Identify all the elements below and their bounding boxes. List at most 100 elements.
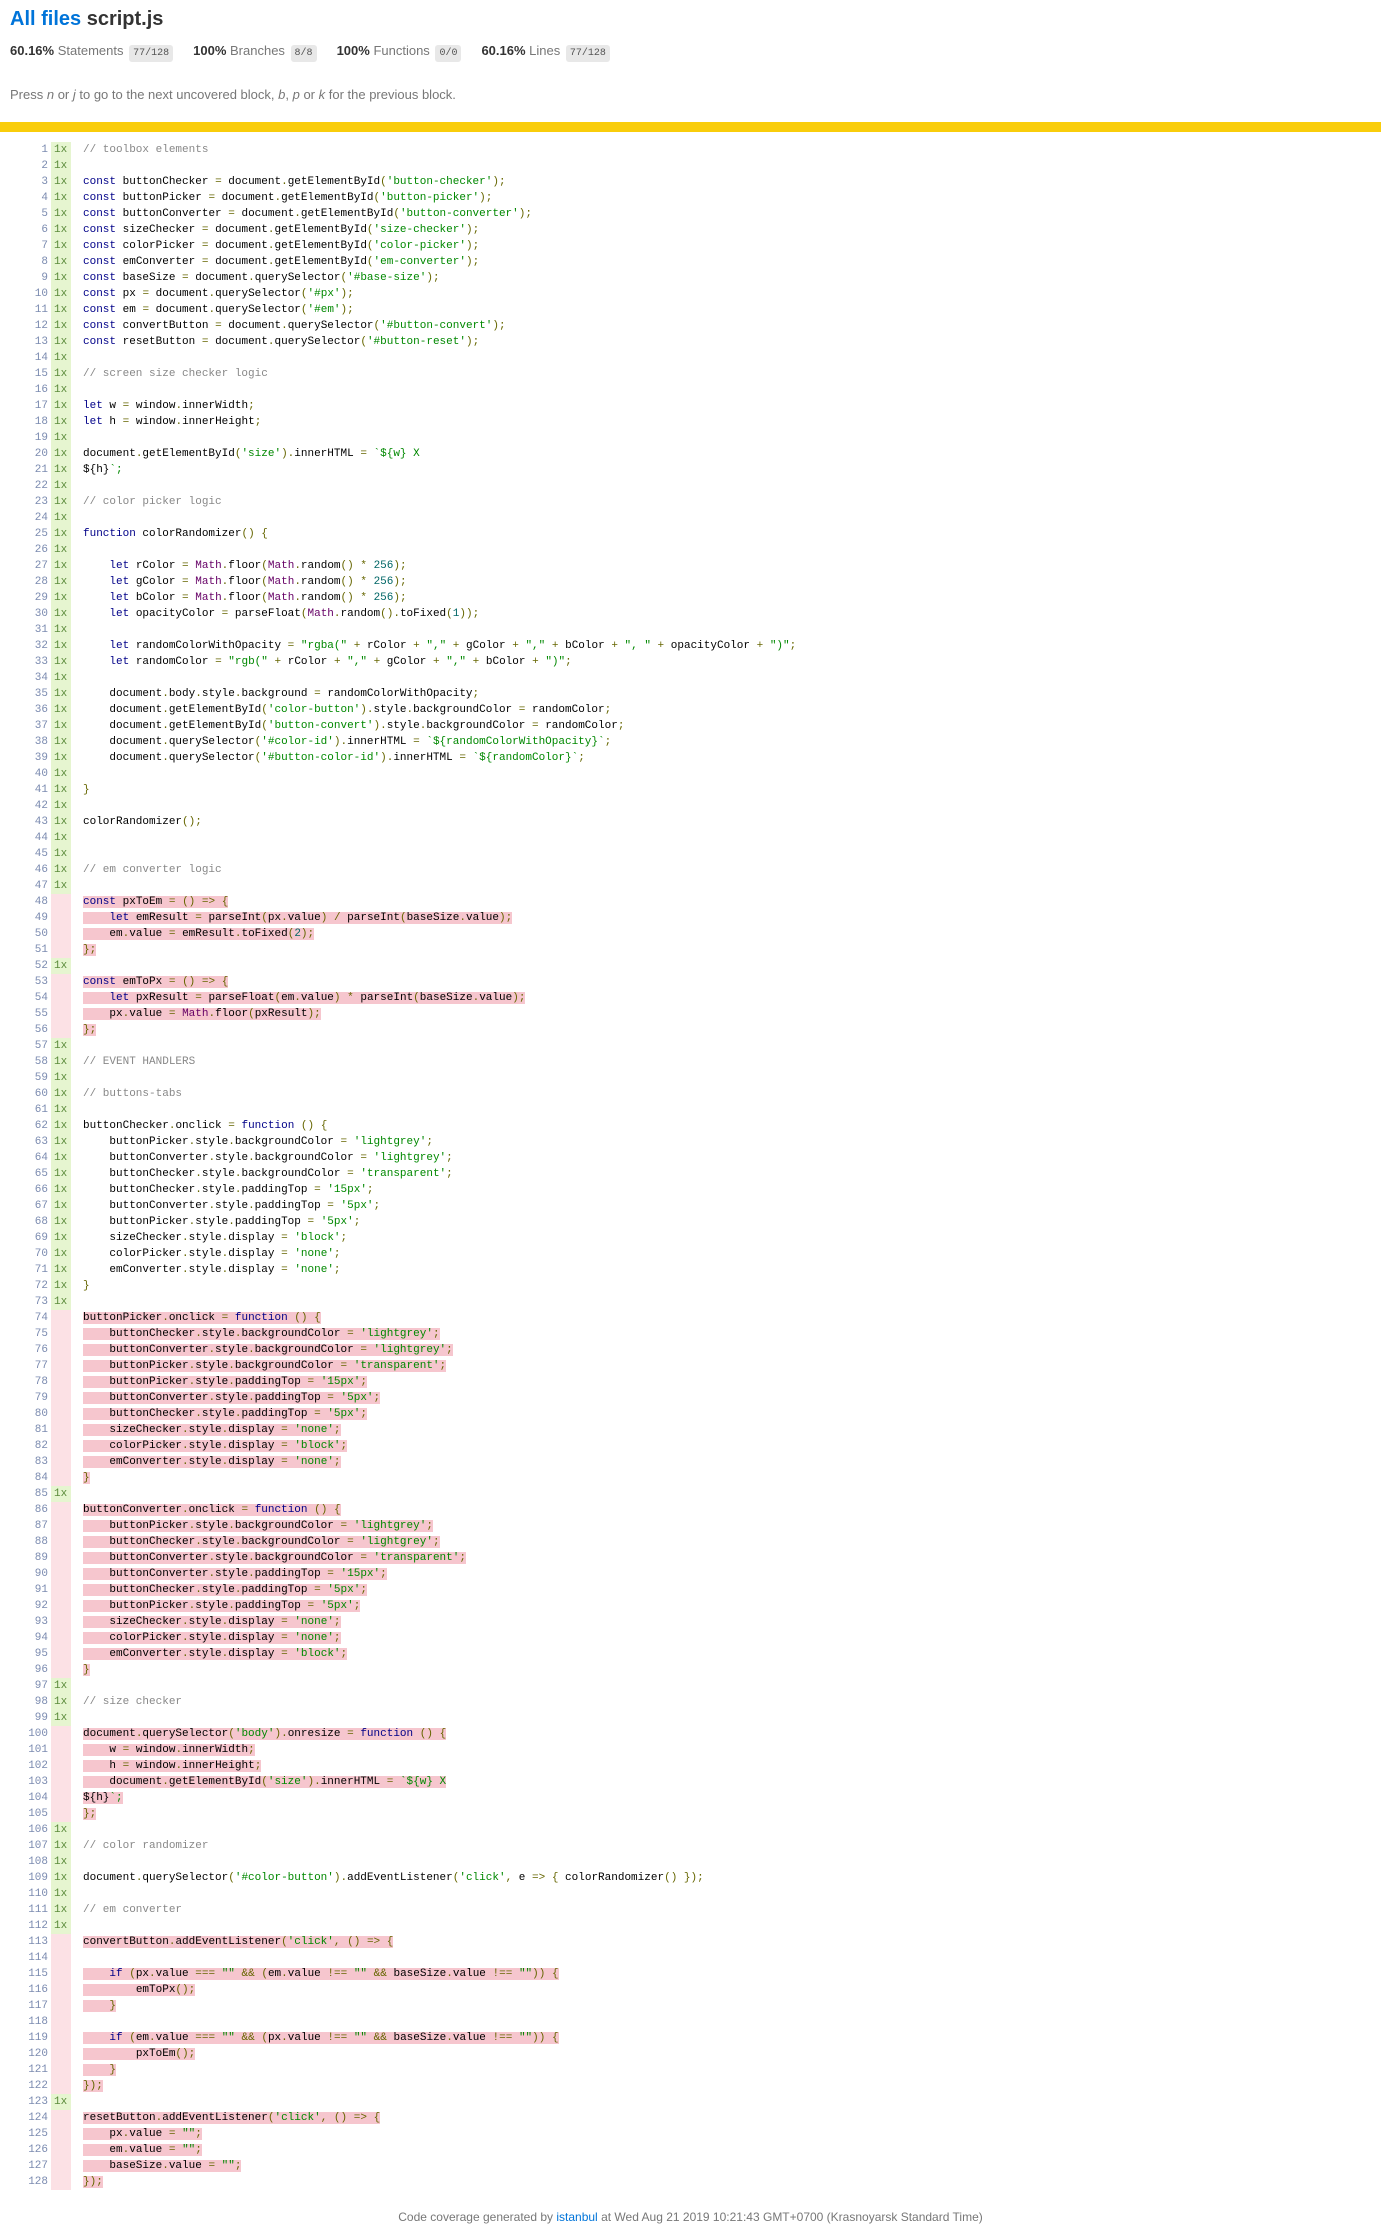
line-number[interactable]: 12: [20, 318, 48, 334]
line-number[interactable]: 11: [20, 302, 48, 318]
line-number[interactable]: 59: [20, 1070, 48, 1086]
line-number[interactable]: 5: [20, 206, 48, 222]
line-number[interactable]: 26: [20, 542, 48, 558]
line-number[interactable]: 63: [20, 1134, 48, 1150]
line-number[interactable]: 51: [20, 942, 48, 958]
line-number[interactable]: 47: [20, 878, 48, 894]
line-number[interactable]: 72: [20, 1278, 48, 1294]
line-number[interactable]: 95: [20, 1646, 48, 1662]
line-number[interactable]: 17: [20, 398, 48, 414]
line-number[interactable]: 30: [20, 606, 48, 622]
line-number[interactable]: 55: [20, 1006, 48, 1022]
line-number[interactable]: 92: [20, 1598, 48, 1614]
line-number[interactable]: 73: [20, 1294, 48, 1310]
line-number[interactable]: 82: [20, 1438, 48, 1454]
line-number[interactable]: 32: [20, 638, 48, 654]
line-number[interactable]: 20: [20, 446, 48, 462]
line-number[interactable]: 111: [20, 1902, 48, 1918]
line-number[interactable]: 89: [20, 1550, 48, 1566]
line-number[interactable]: 77: [20, 1358, 48, 1374]
line-number[interactable]: 99: [20, 1710, 48, 1726]
line-number[interactable]: 100: [20, 1726, 48, 1742]
line-number[interactable]: 94: [20, 1630, 48, 1646]
line-number[interactable]: 107: [20, 1838, 48, 1854]
line-number[interactable]: 13: [20, 334, 48, 350]
line-number[interactable]: 22: [20, 478, 48, 494]
line-number[interactable]: 103: [20, 1774, 48, 1790]
line-number[interactable]: 40: [20, 766, 48, 782]
line-number[interactable]: 84: [20, 1470, 48, 1486]
line-number[interactable]: 29: [20, 590, 48, 606]
line-number[interactable]: 88: [20, 1534, 48, 1550]
line-number[interactable]: 16: [20, 382, 48, 398]
line-number[interactable]: 97: [20, 1678, 48, 1694]
line-number[interactable]: 70: [20, 1246, 48, 1262]
line-number[interactable]: 33: [20, 654, 48, 670]
line-number[interactable]: 81: [20, 1422, 48, 1438]
line-number[interactable]: 39: [20, 750, 48, 766]
line-number[interactable]: 128: [20, 2174, 48, 2190]
line-number[interactable]: 79: [20, 1390, 48, 1406]
line-number[interactable]: 110: [20, 1886, 48, 1902]
line-number[interactable]: 75: [20, 1326, 48, 1342]
line-number[interactable]: 96: [20, 1662, 48, 1678]
line-number[interactable]: 118: [20, 2014, 48, 2030]
line-number[interactable]: 8: [20, 254, 48, 270]
line-number[interactable]: 7: [20, 238, 48, 254]
line-number[interactable]: 49: [20, 910, 48, 926]
line-number[interactable]: 57: [20, 1038, 48, 1054]
line-number[interactable]: 50: [20, 926, 48, 942]
line-number[interactable]: 108: [20, 1854, 48, 1870]
line-number[interactable]: 120: [20, 2046, 48, 2062]
line-number[interactable]: 116: [20, 1982, 48, 1998]
line-number[interactable]: 105: [20, 1806, 48, 1822]
line-number[interactable]: 56: [20, 1022, 48, 1038]
line-number[interactable]: 52: [20, 958, 48, 974]
line-number[interactable]: 6: [20, 222, 48, 238]
line-number[interactable]: 1: [20, 142, 48, 158]
line-number[interactable]: 10: [20, 286, 48, 302]
line-number[interactable]: 114: [20, 1950, 48, 1966]
line-number[interactable]: 25: [20, 526, 48, 542]
line-number[interactable]: 65: [20, 1166, 48, 1182]
line-number[interactable]: 112: [20, 1918, 48, 1934]
line-number[interactable]: 28: [20, 574, 48, 590]
line-number[interactable]: 21: [20, 462, 48, 478]
line-number[interactable]: 31: [20, 622, 48, 638]
line-number[interactable]: 126: [20, 2142, 48, 2158]
line-number[interactable]: 121: [20, 2062, 48, 2078]
line-number[interactable]: 36: [20, 702, 48, 718]
line-number[interactable]: 23: [20, 494, 48, 510]
breadcrumb-all-files-link[interactable]: All files: [10, 8, 81, 30]
line-number[interactable]: 115: [20, 1966, 48, 1982]
line-number[interactable]: 61: [20, 1102, 48, 1118]
line-number[interactable]: 66: [20, 1182, 48, 1198]
line-number[interactable]: 38: [20, 734, 48, 750]
line-number[interactable]: 24: [20, 510, 48, 526]
line-number[interactable]: 68: [20, 1214, 48, 1230]
line-number[interactable]: 86: [20, 1502, 48, 1518]
line-number[interactable]: 102: [20, 1758, 48, 1774]
line-number[interactable]: 101: [20, 1742, 48, 1758]
line-number[interactable]: 83: [20, 1454, 48, 1470]
line-number[interactable]: 106: [20, 1822, 48, 1838]
line-number[interactable]: 15: [20, 366, 48, 382]
line-number[interactable]: 93: [20, 1614, 48, 1630]
line-number[interactable]: 48: [20, 894, 48, 910]
line-number[interactable]: 117: [20, 1998, 48, 2014]
line-number[interactable]: 60: [20, 1086, 48, 1102]
line-number[interactable]: 42: [20, 798, 48, 814]
line-number[interactable]: 27: [20, 558, 48, 574]
line-number[interactable]: 76: [20, 1342, 48, 1358]
line-number[interactable]: 58: [20, 1054, 48, 1070]
line-number[interactable]: 119: [20, 2030, 48, 2046]
line-number[interactable]: 104: [20, 1790, 48, 1806]
line-number[interactable]: 80: [20, 1406, 48, 1422]
line-number[interactable]: 45: [20, 846, 48, 862]
line-number[interactable]: 122: [20, 2078, 48, 2094]
line-number[interactable]: 41: [20, 782, 48, 798]
line-number[interactable]: 113: [20, 1934, 48, 1950]
line-number[interactable]: 9: [20, 270, 48, 286]
line-number[interactable]: 18: [20, 414, 48, 430]
line-number[interactable]: 53: [20, 974, 48, 990]
